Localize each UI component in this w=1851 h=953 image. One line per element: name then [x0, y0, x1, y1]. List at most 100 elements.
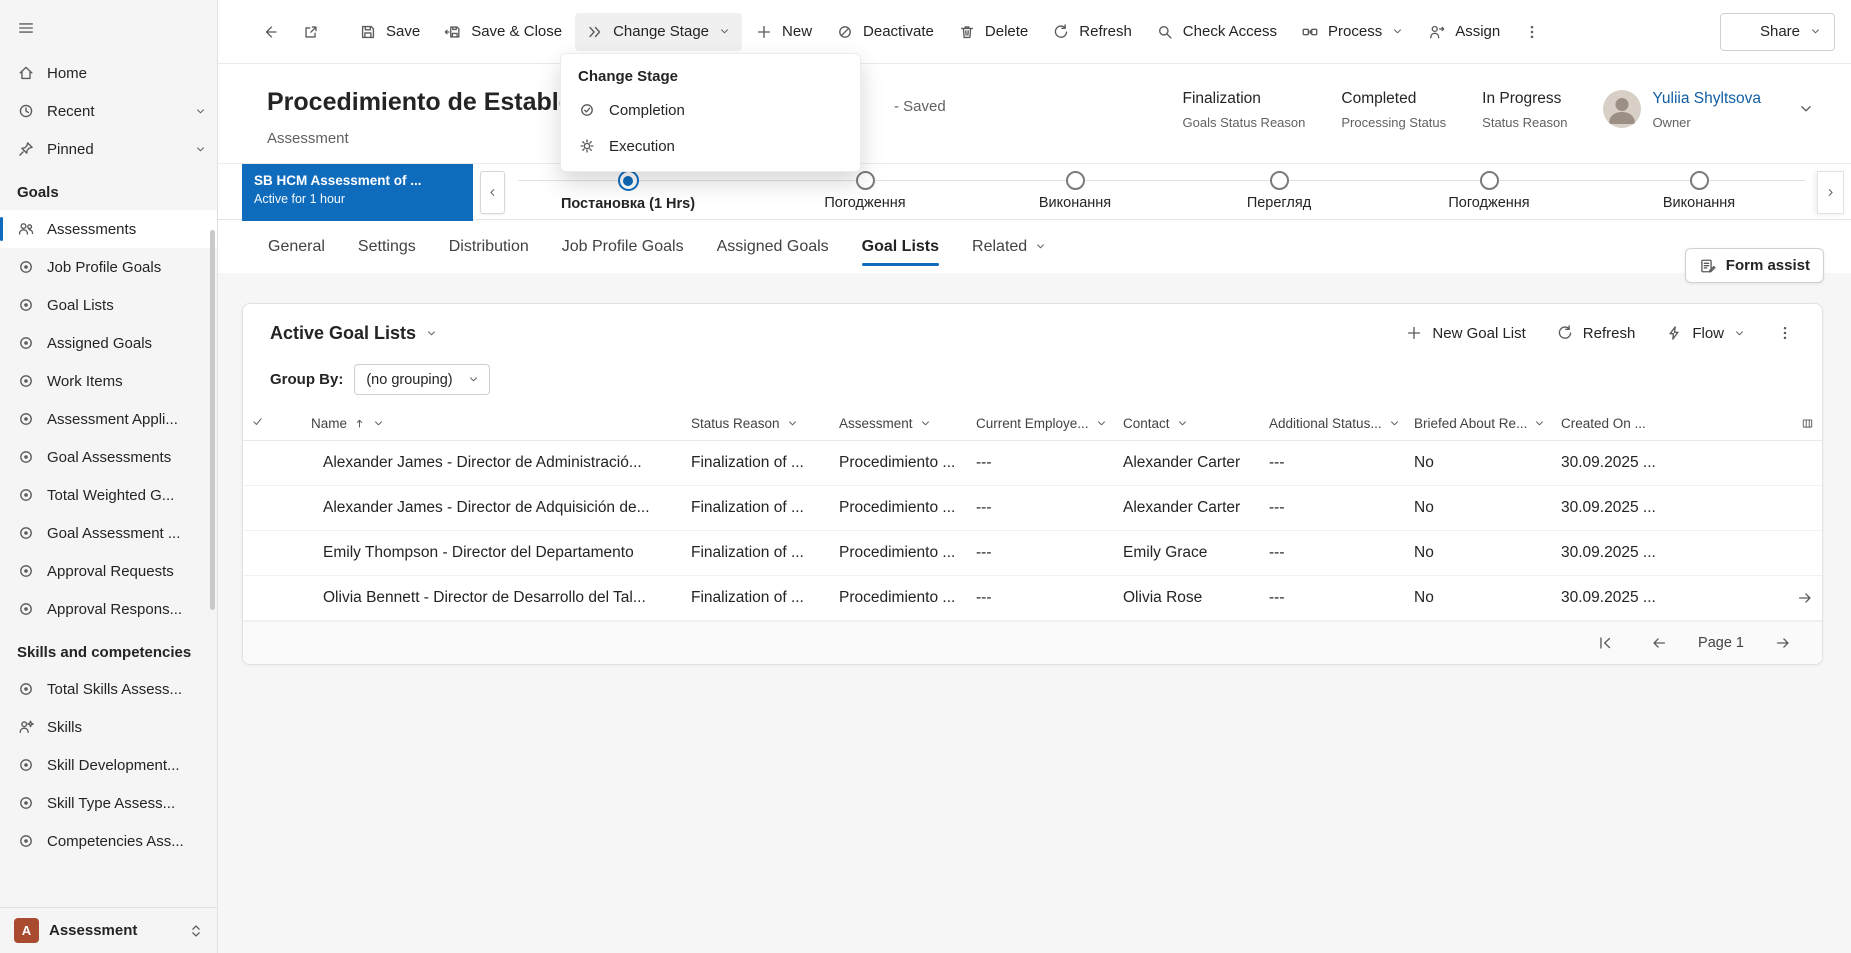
chevron-down-icon — [425, 327, 438, 340]
tab-job-profile-goals[interactable]: Job Profile Goals — [562, 220, 684, 273]
previous-page-button[interactable] — [1644, 628, 1674, 658]
header-field-processing-status: Completed Processing Status — [1341, 90, 1446, 130]
bpf-stage-5[interactable]: Погодження — [1374, 170, 1604, 211]
first-page-button[interactable] — [1590, 628, 1620, 658]
save-close-icon — [444, 23, 462, 41]
column-header-status-reason[interactable]: Status Reason — [683, 407, 831, 440]
select-all-checkbox[interactable] — [243, 407, 303, 440]
bpf-stage-6[interactable]: Виконання — [1584, 170, 1814, 211]
bpf-active-stage-box[interactable]: SB HCM Assessment of ... Active for 1 ho… — [242, 164, 473, 221]
sidebar-item-work-items[interactable]: Work Items — [0, 362, 217, 400]
change-stage-button[interactable]: Change Stage — [575, 13, 742, 51]
process-button[interactable]: Process — [1290, 13, 1415, 51]
sidebar-item-total-skills-assessments[interactable]: Total Skills Assess... — [0, 670, 217, 708]
row-checkbox-cell[interactable] — [243, 575, 303, 620]
bpf-stage-3[interactable]: Виконання — [960, 170, 1190, 211]
menu-item-completion[interactable]: Completion — [561, 92, 860, 128]
grid-scroll-right-icon[interactable] — [1796, 589, 1814, 607]
refresh-button[interactable]: Refresh — [1041, 13, 1143, 51]
flow-label: Flow — [1692, 325, 1724, 342]
tab-settings[interactable]: Settings — [358, 220, 416, 273]
save-and-close-button[interactable]: Save & Close — [433, 13, 573, 51]
sidebar-item-recent[interactable]: Recent — [0, 92, 217, 130]
group-by-select[interactable]: (no grouping) — [354, 364, 489, 395]
row-checkbox-cell[interactable] — [243, 530, 303, 575]
view-selector[interactable]: Active Goal Lists — [270, 323, 438, 344]
share-button[interactable]: Share — [1720, 13, 1835, 51]
sidebar-item-goal-lists[interactable]: Goal Lists — [0, 286, 217, 324]
sidebar-item-skill-development[interactable]: Skill Development... — [0, 746, 217, 784]
bpf-collapse-button[interactable] — [480, 171, 505, 214]
column-header-assessment[interactable]: Assessment — [831, 407, 968, 440]
cell-status-reason: Finalization of ... — [683, 485, 831, 530]
form-assist-button[interactable]: Form assist — [1685, 248, 1824, 283]
new-button[interactable]: New — [744, 13, 823, 51]
sidebar-item-pinned[interactable]: Pinned — [0, 130, 217, 168]
tab-goal-lists[interactable]: Goal Lists — [862, 220, 939, 273]
open-in-new-window-button[interactable] — [292, 13, 330, 51]
tab-assigned-goals[interactable]: Assigned Goals — [717, 220, 829, 273]
sidebar-item-approval-responses[interactable]: Approval Respons... — [0, 590, 217, 628]
flow-button[interactable]: Flow — [1655, 315, 1756, 351]
sidebar-item-assessment-applications[interactable]: Assessment Appli... — [0, 400, 217, 438]
more-commands-button[interactable] — [1513, 13, 1551, 51]
save-button[interactable]: Save — [348, 13, 431, 51]
column-header-name[interactable]: Name — [303, 407, 683, 440]
sidebar-scrollbar[interactable] — [210, 230, 215, 610]
table-row[interactable]: Alexander James - Director de Administra… — [243, 440, 1822, 485]
refresh-grid-button[interactable]: Refresh — [1546, 315, 1646, 351]
column-header-briefed-about[interactable]: Briefed About Re... — [1406, 407, 1553, 440]
owner-link[interactable]: Yuliia Shyltsova — [1652, 90, 1761, 108]
row-checkbox-cell[interactable] — [243, 440, 303, 485]
expand-header-chevron-icon[interactable] — [1797, 100, 1815, 118]
bpf-stage-1[interactable]: Постановка (1 Hrs) — [513, 170, 743, 212]
table-row[interactable]: Alexander James - Director de Adquisició… — [243, 485, 1822, 530]
sidebar-item-competencies-assessments[interactable]: Competencies Ass... — [0, 822, 217, 860]
column-header-created-on[interactable]: Created On ... — [1553, 407, 1822, 440]
next-page-button[interactable] — [1768, 628, 1798, 658]
table-header-row: Name Status Reason Assessment Current Em… — [243, 407, 1822, 440]
sidebar-item-job-profile-goals[interactable]: Job Profile Goals — [0, 248, 217, 286]
hamburger-menu-button[interactable] — [0, 10, 217, 46]
table-row[interactable]: Olivia Bennett - Director de Desarrollo … — [243, 575, 1822, 620]
table-row[interactable]: Emily Thompson - Director del Departamen… — [243, 530, 1822, 575]
menu-item-execution[interactable]: Execution — [561, 128, 860, 164]
sidebar-item-skills[interactable]: Skills — [0, 708, 217, 746]
bpf-scroll-right-button[interactable] — [1817, 171, 1844, 214]
delete-button[interactable]: Delete — [947, 13, 1039, 51]
sidebar-item-goal-assessment[interactable]: Goal Assessment ... — [0, 514, 217, 552]
column-header-contact[interactable]: Contact — [1115, 407, 1261, 440]
sidebar-item-home[interactable]: Home — [0, 54, 217, 92]
sidebar-item-assessments[interactable]: Assessments — [0, 210, 217, 248]
column-header-current-employee[interactable]: Current Employe... — [968, 407, 1115, 440]
goal-icon — [17, 680, 35, 698]
assign-button[interactable]: Assign — [1417, 13, 1511, 51]
sidebar-item-assigned-goals[interactable]: Assigned Goals — [0, 324, 217, 362]
field-label: Status Reason — [1482, 115, 1567, 130]
grid-more-commands-button[interactable] — [1766, 314, 1804, 352]
owner-label: Owner — [1652, 115, 1761, 130]
bpf-stage-4[interactable]: Перегляд — [1164, 170, 1394, 211]
deactivate-button[interactable]: Deactivate — [825, 13, 945, 51]
sidebar-item-approval-requests[interactable]: Approval Requests — [0, 552, 217, 590]
check-access-button[interactable]: Check Access — [1145, 13, 1288, 51]
sidebar-item-total-weighted-goals[interactable]: Total Weighted G... — [0, 476, 217, 514]
sidebar-item-skill-type-assessments[interactable]: Skill Type Assess... — [0, 784, 217, 822]
row-checkbox-cell[interactable] — [243, 485, 303, 530]
sidebar-item-goal-assessments[interactable]: Goal Assessments — [0, 438, 217, 476]
subgrid-header: Active Goal Lists New Goal List Refresh … — [243, 304, 1822, 362]
tab-general[interactable]: General — [268, 220, 325, 273]
column-label: Additional Status... — [1269, 416, 1382, 431]
bpf-stage-2[interactable]: Погодження — [750, 170, 980, 211]
new-goal-list-button[interactable]: New Goal List — [1395, 315, 1535, 351]
new-goal-list-label: New Goal List — [1432, 325, 1525, 342]
chevron-up-down-icon — [187, 922, 205, 940]
tab-related[interactable]: Related — [972, 220, 1047, 273]
subgrid-toolbar: New Goal List Refresh Flow — [1395, 314, 1804, 352]
app-switcher[interactable]: A Assessment — [0, 907, 217, 953]
column-header-additional-status[interactable]: Additional Status... — [1261, 407, 1406, 440]
change-stage-label: Change Stage — [613, 23, 709, 40]
back-button[interactable] — [252, 13, 290, 51]
tab-distribution[interactable]: Distribution — [449, 220, 529, 273]
column-settings-icon[interactable] — [1801, 417, 1814, 430]
